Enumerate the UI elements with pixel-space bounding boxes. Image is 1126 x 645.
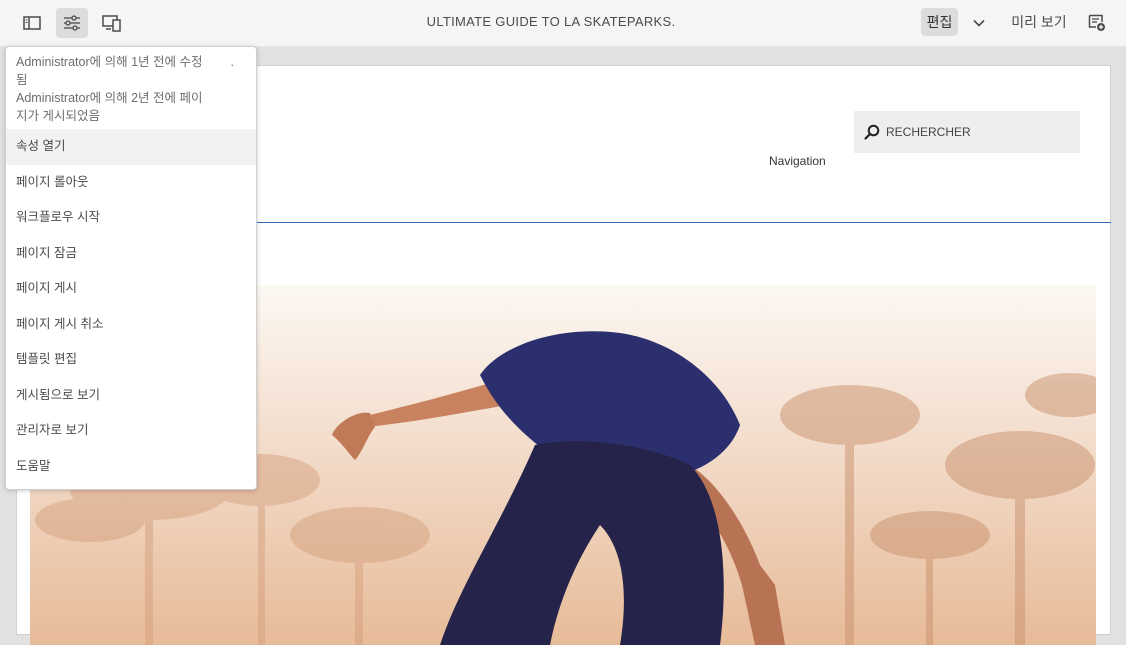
emulator-button[interactable] <box>96 8 128 38</box>
page-title: ULTIMATE GUIDE TO LA SKATEPARKS. <box>426 14 676 29</box>
editor-toolbar: ULTIMATE GUIDE TO LA SKATEPARKS. 편집 미리 보… <box>0 0 1126 47</box>
annotate-button[interactable] <box>1084 10 1110 36</box>
page-info-menu: . Administrator에 의해 1년 전에 수정 됨 Administr… <box>5 46 257 490</box>
menu-item-open-properties[interactable]: 속성 열기 <box>6 129 256 165</box>
published-status-line1: Administrator에 의해 2년 전에 페이 <box>16 91 203 105</box>
menu-item-edit-template[interactable]: 템플릿 편집 <box>6 342 256 378</box>
menu-item-start-workflow[interactable]: 워크플로우 시작 <box>6 200 256 236</box>
chevron-down-icon <box>973 19 985 27</box>
preview-button[interactable]: 미리 보기 <box>1004 12 1074 32</box>
menu-item-lock-page[interactable]: 페이지 잠금 <box>6 236 256 272</box>
menu-item-rollout-page[interactable]: 페이지 롤아웃 <box>6 165 256 201</box>
emulator-icon <box>102 15 121 32</box>
published-status-line2: 지가 게시되었음 <box>16 109 100 123</box>
page-info-button[interactable] <box>56 8 88 38</box>
page-info-icon <box>64 15 80 31</box>
navigation-label[interactable]: Navigation <box>769 154 826 168</box>
menu-item-help[interactable]: 도움말 <box>6 449 256 485</box>
modified-status-line1: Administrator에 의해 1년 전에 수정 <box>16 55 203 69</box>
annotate-icon <box>1088 14 1105 31</box>
search-icon <box>864 124 880 140</box>
menu-item-view-as-published[interactable]: 게시됨으로 보기 <box>6 378 256 414</box>
menu-item-unpublish-page[interactable]: 페이지 게시 취소 <box>6 307 256 343</box>
status-dot: . <box>230 55 234 69</box>
search-input[interactable] <box>886 125 1066 139</box>
edit-mode-button[interactable]: 편집 <box>921 8 958 36</box>
mode-dropdown-button[interactable] <box>968 12 990 34</box>
search-field[interactable] <box>854 111 1080 153</box>
side-panel-icon <box>23 16 41 30</box>
menu-item-publish-page[interactable]: 페이지 게시 <box>6 271 256 307</box>
modified-status-line2: 됨 <box>16 73 28 87</box>
page-status-info: . Administrator에 의해 1년 전에 수정 됨 Administr… <box>6 47 256 129</box>
menu-item-view-in-admin[interactable]: 관리자로 보기 <box>6 413 256 449</box>
side-panel-button[interactable] <box>16 8 48 38</box>
